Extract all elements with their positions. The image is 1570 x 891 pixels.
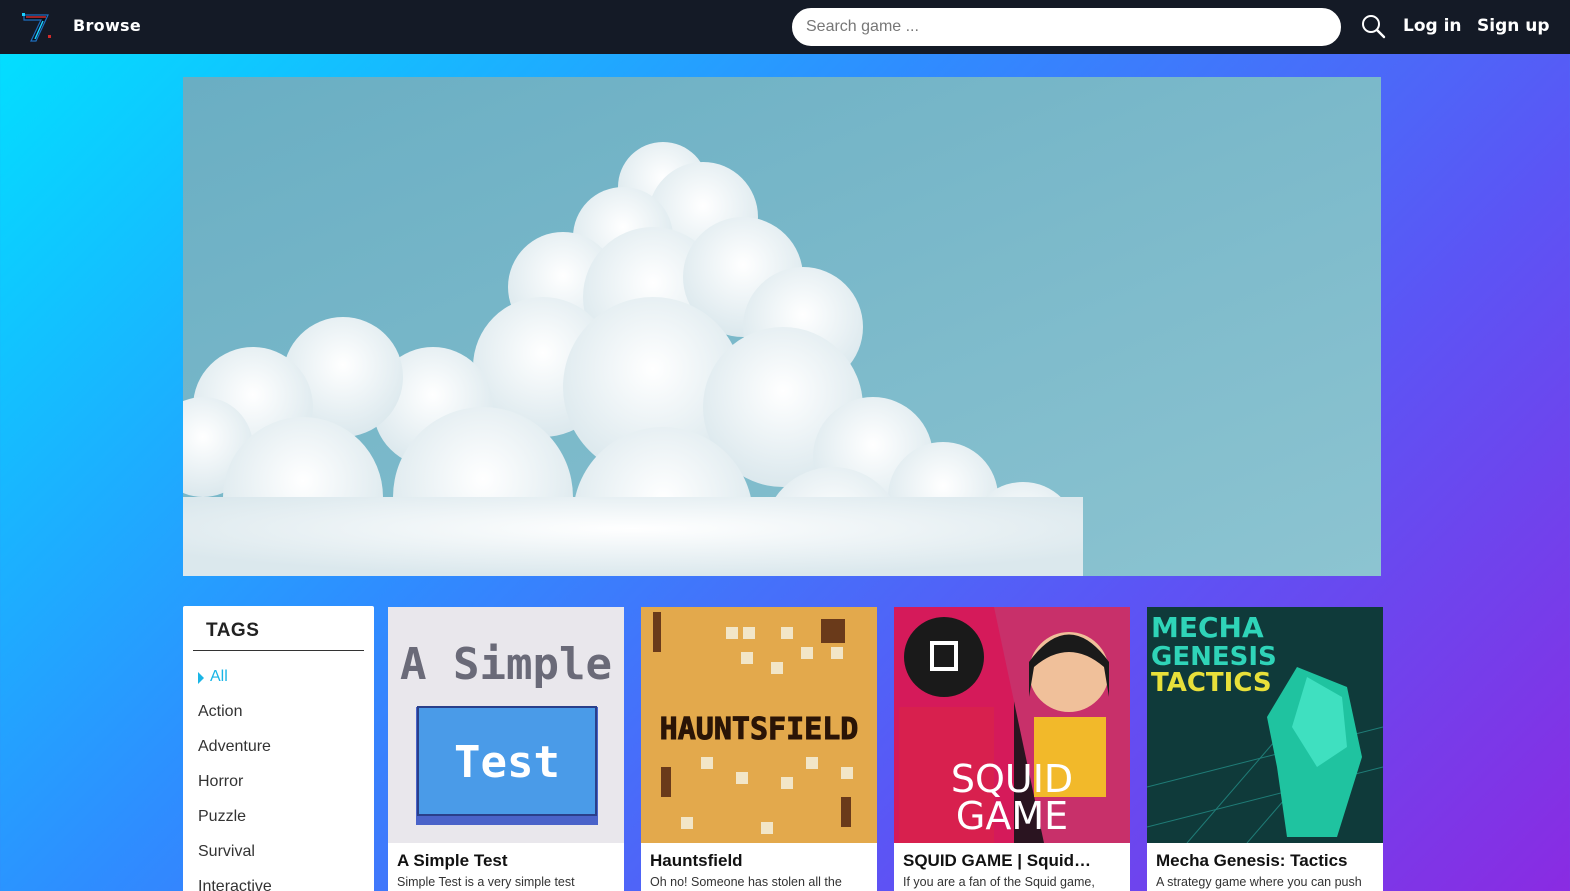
svg-text:A Simple: A Simple	[400, 639, 612, 690]
tag-item-action[interactable]: Action	[198, 701, 272, 736]
game-thumbnail: SQUID GAME	[894, 607, 1130, 843]
tag-item-survival[interactable]: Survival	[198, 841, 272, 876]
game-card-mecha-genesis[interactable]: MECHA GENESIS TACTICS Mecha Genesis: Tac…	[1147, 607, 1383, 891]
svg-text:Test: Test	[454, 737, 560, 788]
hero-banner-image	[183, 77, 1381, 576]
tags-divider	[193, 650, 364, 651]
tag-item-horror[interactable]: Horror	[198, 771, 272, 806]
search-icon[interactable]	[1360, 13, 1386, 39]
signup-link[interactable]: Sign up	[1477, 16, 1550, 36]
tag-item-interactive[interactable]: Interactive	[198, 876, 272, 891]
game-title: A Simple Test	[397, 851, 508, 870]
svg-text:TACTICS: TACTICS	[1151, 668, 1272, 698]
tag-list: All Action Adventure Horror Puzzle Survi…	[198, 666, 272, 891]
login-link[interactable]: Log in	[1403, 16, 1462, 36]
browse-link[interactable]: Browse	[73, 16, 141, 35]
tag-label: Interactive	[198, 878, 272, 891]
game-description: A strategy game where you can push	[1156, 875, 1362, 889]
game-title: Hauntsfield	[650, 851, 743, 870]
tags-title: TAGS	[206, 620, 260, 641]
game-description: Oh no! Someone has stolen all the	[650, 875, 842, 889]
game-card-hauntsfield[interactable]: HAUNTSFIELD Hauntsfield Oh no! Someone h…	[641, 607, 877, 891]
game-card-simple-test[interactable]: A Simple Test A Simple Test Simple Test …	[388, 607, 624, 891]
game-description: If you are a fan of the Squid game,	[903, 875, 1095, 889]
game-title: SQUID GAME | Squid…	[903, 851, 1091, 870]
tag-item-puzzle[interactable]: Puzzle	[198, 806, 272, 841]
tag-label: Horror	[198, 773, 244, 790]
svg-text:GAME: GAME	[956, 794, 1068, 838]
tag-item-all[interactable]: All	[198, 666, 272, 701]
search-input[interactable]	[792, 8, 1341, 46]
game-card-squid-game[interactable]: SQUID GAME SQUID GAME | Squid… If you ar…	[894, 607, 1130, 891]
game-description: Simple Test is a very simple test	[397, 875, 575, 889]
tag-label: Survival	[198, 843, 255, 860]
tags-panel: TAGS All Action Adventure Horror Puzzle …	[183, 606, 374, 891]
game-title: Mecha Genesis: Tactics	[1156, 851, 1348, 870]
game-thumbnail: HAUNTSFIELD	[641, 607, 877, 843]
tag-label: Adventure	[198, 738, 271, 755]
game-thumbnail: MECHA GENESIS TACTICS	[1147, 607, 1383, 843]
tag-label: All	[210, 668, 228, 685]
tag-item-adventure[interactable]: Adventure	[198, 736, 272, 771]
svg-text:HAUNTSFIELD: HAUNTSFIELD	[660, 712, 859, 747]
game-thumbnail: A Simple Test	[388, 607, 624, 843]
site-logo-icon[interactable]	[18, 7, 56, 45]
tag-label: Puzzle	[198, 808, 247, 825]
top-navbar: Browse Log in Sign up	[0, 0, 1570, 54]
svg-text:MECHA: MECHA	[1151, 611, 1264, 644]
tag-label: Action	[198, 703, 243, 720]
caret-right-icon	[198, 672, 204, 684]
